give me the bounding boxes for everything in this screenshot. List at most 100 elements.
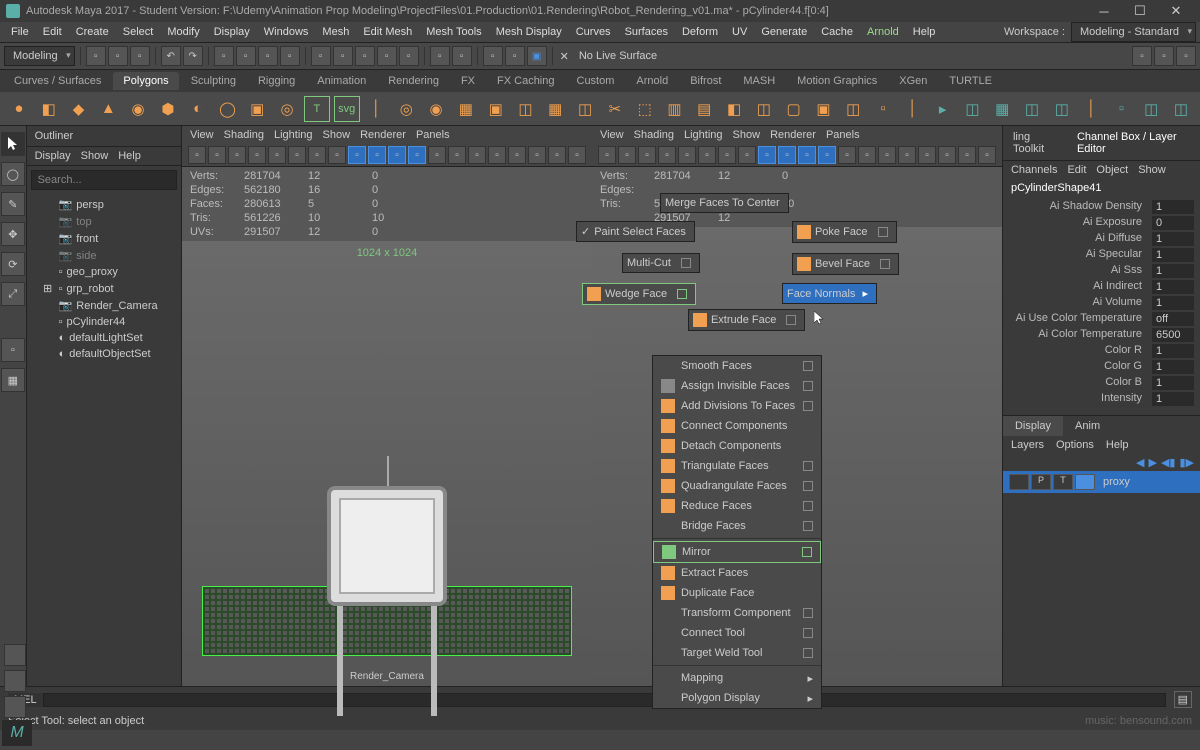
vp-icon-15[interactable]: ▫ [898,146,916,164]
menu-mesh-tools[interactable]: Mesh Tools [419,24,488,40]
maximize-button[interactable]: ☐ [1122,3,1158,19]
vp-icon-11[interactable]: ▫ [818,146,836,164]
shelf-poly-icon-7[interactable]: ◯ [215,96,241,122]
vp-icon-10[interactable]: ▫ [798,146,816,164]
menu-deform[interactable]: Deform [675,24,725,40]
workspace-dropdown[interactable]: Modeling - Standard [1071,22,1196,42]
render-settings-icon[interactable]: ▣ [527,46,547,66]
scale-tool-icon[interactable]: ⤢ [1,282,25,306]
vp-menu-panels[interactable]: Panels [416,129,450,141]
move-tool-icon[interactable]: ✥ [1,222,25,246]
ctx-reduce-faces[interactable]: Reduce Faces [653,496,821,516]
vp-icon-14[interactable]: ▫ [878,146,896,164]
mm-poke-face[interactable]: Poke Face [792,221,897,243]
attr-ai-use-color-temperature[interactable]: off [1152,312,1194,326]
menu-help[interactable]: Help [906,24,943,40]
shelf-poly-icon-13[interactable]: ◎ [393,96,419,122]
mm-bevel-face[interactable]: Bevel Face [792,253,899,275]
tab-modeling-toolkit[interactable]: ling Toolkit [1007,128,1063,158]
shelf-poly-icon-39[interactable]: ◫ [1168,96,1194,122]
paint-tool-icon[interactable]: ✎ [1,192,25,216]
outliner-menu-show[interactable]: Show [81,150,109,162]
vp-icon-15[interactable]: ▫ [488,146,506,164]
viewport-canvas-2[interactable]: ✓ Paint Select Faces Merge Faces To Cent… [592,227,1002,686]
toggle-icon[interactable]: ▫ [1132,46,1152,66]
shelf-poly-icon-15[interactable]: ▦ [453,96,479,122]
menu-windows[interactable]: Windows [257,24,316,40]
shelf-tab-sculpting[interactable]: Sculpting [181,72,246,90]
mm-paint-select[interactable]: ✓ Paint Select Faces [576,221,695,242]
vp-icon-10[interactable]: ▫ [388,146,406,164]
viewport-canvas[interactable]: 1024 x 1024 Render_Camera [182,241,592,686]
open-scene-icon[interactable]: ▫ [108,46,128,66]
mm-multi-cut[interactable]: Multi-Cut [622,253,700,273]
layer-playback-toggle[interactable]: P [1031,474,1051,490]
layer-menu-help[interactable]: Help [1106,439,1129,451]
vp-icon-5[interactable]: ▫ [288,146,306,164]
shelf-tab-curves-surfaces[interactable]: Curves / Surfaces [4,72,111,90]
ctx-duplicate-face[interactable]: Duplicate Face [653,583,821,603]
vp-icon-5[interactable]: ▫ [698,146,716,164]
ctx-bridge-faces[interactable]: Bridge Faces [653,516,821,536]
ipr-icon[interactable]: ▫ [505,46,525,66]
outliner-menu-display[interactable]: Display [35,150,71,162]
shelf-poly-icon-38[interactable]: ◫ [1138,96,1164,122]
vp-menu-view[interactable]: View [600,129,624,141]
ctx-extract-faces[interactable]: Extract Faces [653,563,821,583]
vp-icon-8[interactable]: ▫ [348,146,366,164]
shelf-tab-fx[interactable]: FX [451,72,485,90]
shelf-tab-mash[interactable]: MASH [733,72,785,90]
vp-menu-shading[interactable]: Shading [634,129,674,141]
vp-icon-11[interactable]: ▫ [408,146,426,164]
ctx-smooth-faces[interactable]: Smooth Faces [653,356,821,376]
shelf-poly-icon-16[interactable]: ▣ [483,96,509,122]
shelf-poly-icon-18[interactable]: ▦ [542,96,568,122]
vp-icon-12[interactable]: ▫ [838,146,856,164]
channel-menu-show[interactable]: Show [1138,164,1166,176]
snap-grid-icon[interactable]: ▫ [311,46,331,66]
shelf-poly-icon-17[interactable]: ◫ [513,96,539,122]
shelf-poly-icon-8[interactable]: ▣ [244,96,270,122]
vp-icon-2[interactable]: ▫ [638,146,656,164]
ctx-quadrangulate-faces[interactable]: Quadrangulate Faces [653,476,821,496]
rotate-tool-icon[interactable]: ⟳ [1,252,25,276]
shelf-poly-icon-3[interactable]: ▲ [95,96,121,122]
menu-arnold[interactable]: Arnold [860,24,906,40]
shelf-poly-icon-37[interactable]: ▫ [1109,96,1135,122]
menu-create[interactable]: Create [69,24,116,40]
ctx-mirror[interactable]: Mirror [653,541,821,563]
shelf-poly-icon-31[interactable]: ▸ [930,96,956,122]
snap-point-icon[interactable]: ▫ [355,46,375,66]
new-scene-icon[interactable]: ▫ [86,46,106,66]
vp-icon-8[interactable]: ▫ [758,146,776,164]
ctx-connect-tool[interactable]: Connect Tool [653,623,821,643]
shelf-tab-rendering[interactable]: Rendering [378,72,449,90]
shelf-tab-turtle[interactable]: TURTLE [939,72,1002,90]
shelf-tab-rigging[interactable]: Rigging [248,72,305,90]
vp-menu-panels[interactable]: Panels [826,129,860,141]
shelf-poly-icon-12[interactable]: │ [364,96,390,122]
shelf-poly-icon-23[interactable]: ▤ [691,96,717,122]
menu-surfaces[interactable]: Surfaces [618,24,675,40]
menu-display[interactable]: Display [207,24,257,40]
outliner-node-defaultlightset[interactable]: ◐defaultLightSet [31,330,177,346]
vp-icon-3[interactable]: ▫ [248,146,266,164]
close-button[interactable]: ✕ [1158,3,1194,19]
toggle2-icon[interactable]: ▫ [1154,46,1174,66]
shelf-poly-icon-33[interactable]: ▦ [989,96,1015,122]
select-icon[interactable]: ▫ [236,46,256,66]
shelf-tab-bifrost[interactable]: Bifrost [680,72,731,90]
menu-curves[interactable]: Curves [569,24,618,40]
shelf-poly-icon-25[interactable]: ◫ [751,96,777,122]
paint-select-icon[interactable]: ▫ [280,46,300,66]
shelf-poly-icon-5[interactable]: ⬢ [155,96,181,122]
mm-merge-center[interactable]: Merge Faces To Center [660,193,789,213]
attr-ai-shadow-density[interactable]: 1 [1152,200,1194,214]
shelf-poly-icon-24[interactable]: ◧ [721,96,747,122]
attr-ai-indirect[interactable]: 1 [1152,280,1194,294]
outliner-node-top[interactable]: 📷top [31,213,177,230]
menu-generate[interactable]: Generate [754,24,814,40]
channel-menu-edit[interactable]: Edit [1067,164,1086,176]
vp-icon-16[interactable]: ▫ [918,146,936,164]
shelf-poly-icon-30[interactable]: │ [900,96,926,122]
